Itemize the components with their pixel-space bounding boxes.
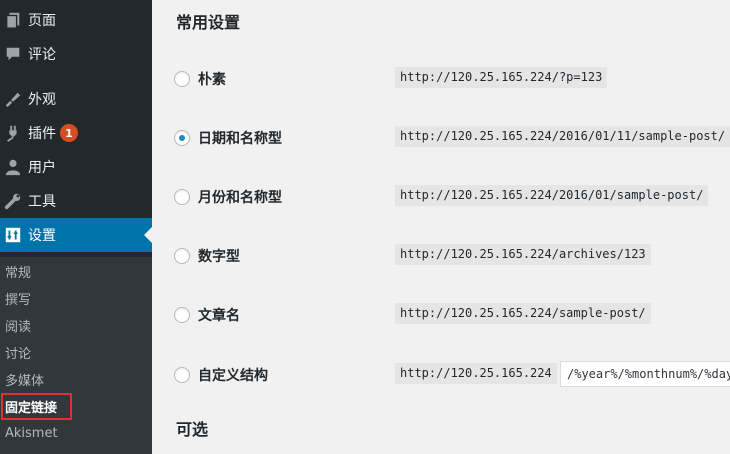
optional-section-title: 可选 bbox=[176, 420, 209, 439]
admin-sidebar: 页面 评论 外观 插件 1 用户 工具 设置 常规 撰写 阅读 讨论 多媒体 固… bbox=[0, 0, 152, 454]
option-label[interactable]: 月份和名称型 bbox=[198, 187, 282, 207]
submenu-item-discussion[interactable]: 讨论 bbox=[0, 339, 152, 366]
tools-icon bbox=[3, 191, 23, 211]
sidebar-item-plugins[interactable]: 插件 1 bbox=[0, 116, 152, 150]
sidebar-item-settings[interactable]: 设置 bbox=[0, 218, 152, 252]
month-name-radio[interactable] bbox=[174, 189, 190, 205]
permalink-option-post-name: 文章名 http://120.25.165.224/sample-post/ bbox=[152, 303, 730, 327]
users-icon bbox=[3, 157, 23, 177]
comments-icon bbox=[3, 44, 23, 64]
sidebar-item-label: 页面 bbox=[28, 13, 56, 29]
day-name-radio[interactable] bbox=[174, 130, 190, 146]
settings-submenu: 常规 撰写 阅读 讨论 多媒体 固定链接 Akismet bbox=[0, 257, 152, 454]
submenu-item-akismet[interactable]: Akismet bbox=[0, 420, 152, 447]
sidebar-item-label: 设置 bbox=[28, 228, 56, 244]
option-example-url: http://120.25.165.224/archives/123 bbox=[395, 244, 651, 265]
sidebar-item-tools[interactable]: 工具 bbox=[0, 184, 152, 218]
submenu-item-general[interactable]: 常规 bbox=[0, 258, 152, 285]
numeric-radio[interactable] bbox=[174, 248, 190, 264]
option-label[interactable]: 数字型 bbox=[198, 246, 240, 266]
submenu-item-writing[interactable]: 撰写 bbox=[0, 285, 152, 312]
option-example-url: http://120.25.165.224/sample-post/ bbox=[395, 303, 651, 324]
option-example-url: http://120.25.165.224/2016/01/11/sample-… bbox=[395, 126, 730, 147]
custom-base-url: http://120.25.165.224 bbox=[395, 363, 557, 384]
update-count-badge: 1 bbox=[60, 124, 78, 142]
option-label[interactable]: 朴素 bbox=[198, 69, 226, 89]
sidebar-item-label: 工具 bbox=[28, 194, 56, 210]
permalink-option-day-name: 日期和名称型 http://120.25.165.224/2016/01/11/… bbox=[152, 126, 730, 150]
appearance-icon bbox=[3, 89, 23, 109]
permalink-settings-main: 常用设置 朴素 http://120.25.165.224/?p=123 日期和… bbox=[152, 0, 730, 454]
permalink-option-custom: 自定义结构 http://120.25.165.224 /%year%/%mon… bbox=[152, 361, 730, 387]
custom-structure-input[interactable]: /%year%/%monthnum%/%day%/%postname%/ bbox=[560, 361, 730, 387]
pages-icon bbox=[3, 10, 23, 30]
permalinks-highlight-box bbox=[1, 393, 72, 420]
sidebar-item-label: 外观 bbox=[28, 92, 56, 108]
option-label[interactable]: 文章名 bbox=[198, 305, 240, 325]
sidebar-item-pages[interactable]: 页面 bbox=[0, 3, 152, 37]
submenu-item-media[interactable]: 多媒体 bbox=[0, 366, 152, 393]
permalink-option-month-name: 月份和名称型 http://120.25.165.224/2016/01/sam… bbox=[152, 185, 730, 209]
sidebar-item-comments[interactable]: 评论 bbox=[0, 37, 152, 71]
sidebar-item-users[interactable]: 用户 bbox=[0, 150, 152, 184]
sidebar-item-label: 用户 bbox=[28, 160, 56, 176]
option-label[interactable]: 日期和名称型 bbox=[198, 128, 282, 148]
sidebar-item-label: 评论 bbox=[28, 47, 56, 63]
sidebar-item-appearance[interactable]: 外观 bbox=[0, 82, 152, 116]
option-label[interactable]: 自定义结构 bbox=[198, 365, 268, 385]
option-example-url: http://120.25.165.224/?p=123 bbox=[395, 67, 608, 88]
permalink-option-plain: 朴素 http://120.25.165.224/?p=123 bbox=[152, 67, 730, 91]
sidebar-item-label: 插件 bbox=[28, 126, 56, 142]
custom-structure-radio[interactable] bbox=[174, 367, 190, 383]
settings-icon bbox=[3, 225, 23, 245]
permalink-option-numeric: 数字型 http://120.25.165.224/archives/123 bbox=[152, 244, 730, 268]
post-name-radio[interactable] bbox=[174, 307, 190, 323]
option-example-url: http://120.25.165.224/2016/01/sample-pos… bbox=[395, 185, 709, 206]
submenu-item-reading[interactable]: 阅读 bbox=[0, 312, 152, 339]
plugins-icon bbox=[3, 123, 23, 143]
plain-radio[interactable] bbox=[174, 71, 190, 87]
common-settings-title: 常用设置 bbox=[176, 13, 241, 32]
